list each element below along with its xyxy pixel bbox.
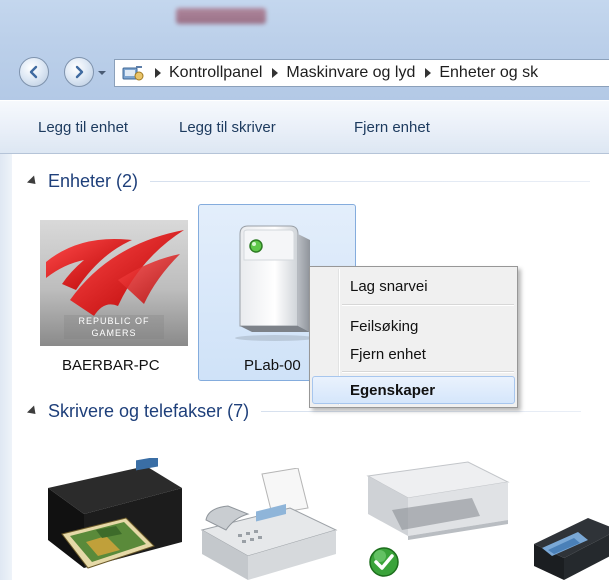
device-label-baerbar-pc: BAERBAR-PC: [62, 357, 160, 374]
group-label-devices: Enheter (2): [48, 171, 139, 191]
group-label-printers: Skrivere og telefakser (7): [48, 401, 250, 421]
menu-separator: [342, 304, 514, 306]
collapse-triangle-icon[interactable]: [26, 405, 40, 418]
device-baerbar-pc[interactable]: REPUBLIC OF GAMERS: [40, 220, 188, 346]
rog-laptop-icon: REPUBLIC OF GAMERS: [40, 220, 188, 346]
window-title-blur: [176, 8, 266, 24]
context-menu: Lag snarvei Feilsøking Fjern enhet Egens…: [309, 266, 518, 408]
rog-logo-text: GAMERS: [91, 328, 136, 338]
menu-item-properties[interactable]: Egenskaper: [350, 382, 435, 399]
back-button[interactable]: [19, 57, 49, 87]
device-label-plab: PLab-00: [244, 357, 301, 374]
breadcrumb-hardware-sound[interactable]: Maskinvare og lyd: [286, 64, 415, 82]
control-panel-icon: [122, 66, 144, 81]
add-printer-button[interactable]: Legg til skriver: [179, 119, 276, 136]
group-divider: [150, 181, 591, 182]
menu-separator: [342, 371, 514, 373]
breadcrumb-devices-printers[interactable]: Enheter og sk: [439, 64, 538, 82]
group-header-devices[interactable]: Enheter (2): [26, 171, 591, 192]
fax-machine-icon: [200, 467, 338, 580]
command-bar: Legg til enhet Legg til skriver Fjern en…: [0, 100, 609, 154]
menu-item-troubleshoot[interactable]: Feilsøking: [350, 318, 418, 335]
printer-fax[interactable]: [198, 467, 338, 580]
remove-device-button[interactable]: Fjern enhet: [354, 119, 430, 136]
collapse-triangle-icon[interactable]: [26, 175, 40, 188]
breadcrumb-separator-icon[interactable]: [425, 68, 432, 78]
explorer-window: Kontrollpanel Maskinvare og lyd Enheter …: [0, 0, 609, 580]
title-bar: Kontrollpanel Maskinvare og lyd Enheter …: [0, 0, 609, 100]
menu-item-create-shortcut[interactable]: Lag snarvei: [350, 278, 428, 295]
group-divider: [261, 411, 582, 412]
breadcrumb-separator-icon[interactable]: [272, 68, 279, 78]
inkjet-printer-icon: [48, 456, 182, 569]
breadcrumb-separator-icon: [155, 68, 161, 78]
arrow-right-icon: [75, 65, 84, 79]
recent-pages-dropdown-icon[interactable]: [96, 68, 108, 78]
add-device-button[interactable]: Legg til enhet: [38, 119, 128, 136]
rog-logo-text: REPUBLIC OF: [78, 316, 149, 326]
printer-inkjet[interactable]: [36, 456, 188, 580]
breadcrumb-control-panel[interactable]: Kontrollpanel: [169, 64, 262, 82]
address-bar[interactable]: Kontrollpanel Maskinvare og lyd Enheter …: [114, 59, 609, 87]
device-plab[interactable]: [230, 222, 320, 342]
forward-button[interactable]: [64, 57, 94, 87]
default-printer-check-icon: [369, 547, 399, 577]
printer-photo[interactable]: [528, 488, 609, 580]
content-left-edge: [0, 154, 12, 580]
photo-printer-icon: [534, 518, 609, 580]
menu-item-remove-device[interactable]: Fjern enhet: [350, 346, 426, 363]
arrow-left-icon: [29, 65, 38, 79]
server-tower-icon: [235, 225, 315, 341]
